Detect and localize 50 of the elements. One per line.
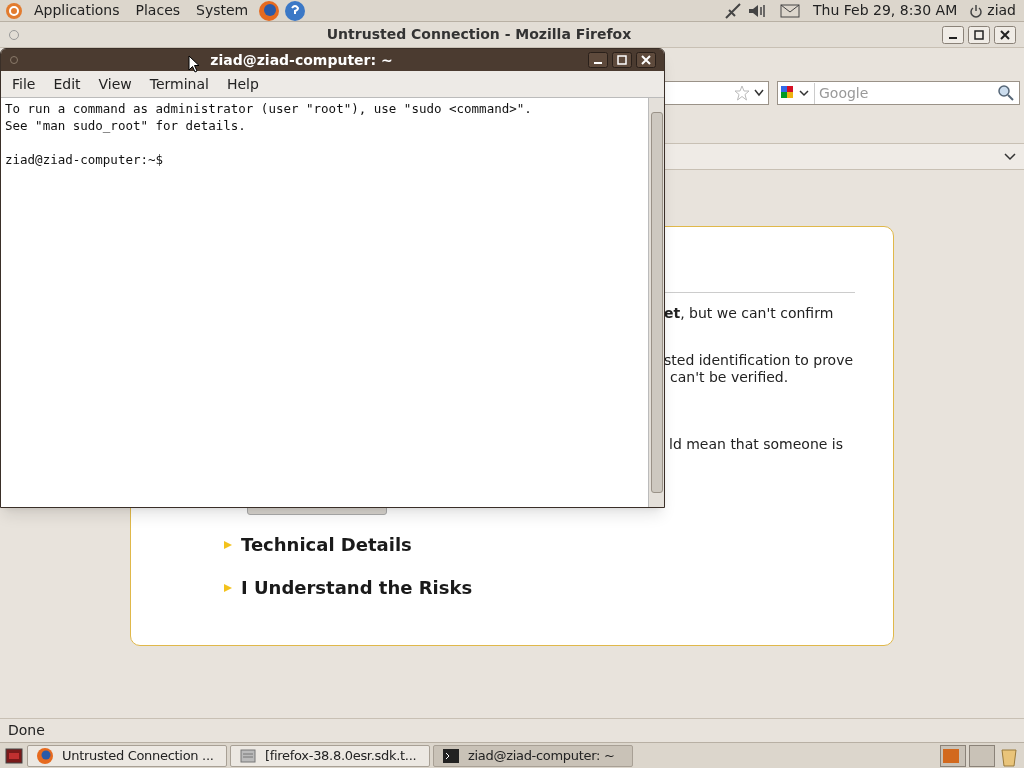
mouse-pointer-icon	[188, 55, 200, 73]
paragraph-text: et, but we can't confirm	[664, 305, 835, 322]
menu-item[interactable]: System	[190, 0, 255, 21]
maximize-button[interactable]	[968, 25, 990, 44]
maximize-button[interactable]	[612, 52, 632, 68]
taskbar-button[interactable]: ziad@ziad-computer: ~	[433, 744, 633, 767]
taskbar-button[interactable]: Untrusted Connection ...	[27, 744, 227, 767]
search-input[interactable]: Google	[814, 82, 997, 104]
star-icon[interactable]	[734, 85, 750, 101]
paragraph-text: ld mean that someone is	[668, 436, 845, 453]
menu-item[interactable]: View	[91, 73, 139, 95]
window-title: ziad@ziad-computer: ~	[210, 50, 393, 70]
ubuntu-logo-icon[interactable]	[4, 0, 24, 21]
power-icon[interactable]	[969, 3, 984, 18]
search-field[interactable]: Google	[777, 81, 1020, 105]
url-field[interactable]	[664, 81, 769, 105]
help-icon[interactable]	[284, 0, 307, 22]
menu-item[interactable]: Edit	[46, 73, 88, 95]
show-desktop-icon[interactable]	[4, 746, 24, 765]
status-text: Done	[8, 721, 45, 740]
menu-item[interactable]: File	[5, 73, 43, 95]
menu-item[interactable]: Applications	[28, 0, 126, 21]
tab-list-icon[interactable]	[1004, 152, 1016, 161]
user-name[interactable]: ziad	[987, 0, 1020, 21]
menu-item[interactable]: Places	[129, 0, 187, 21]
section-heading[interactable]: Technical Details	[241, 531, 412, 558]
firefox-icon[interactable]	[258, 0, 281, 22]
menu-item[interactable]: Help	[219, 73, 266, 95]
scrollbar[interactable]	[648, 98, 664, 507]
terminal-icon	[442, 746, 460, 765]
workspace-icon[interactable]	[940, 744, 966, 767]
paragraph-text: sted identification to prove	[664, 352, 855, 369]
terminal-output: To run a command as administrator (user "root"), use "sudo <command>". See "man sudo_root" for details. ziad@ziad-computer:~$	[4, 100, 533, 169]
search-icon[interactable]	[997, 84, 1015, 102]
archive-icon	[239, 746, 257, 765]
clock[interactable]: Thu Feb 29, 8:30 AM	[805, 0, 966, 21]
window-title: Untrusted Connection - Mozilla Firefox	[325, 25, 633, 44]
workspace-icon[interactable]	[969, 744, 995, 767]
dropdown-icon[interactable]	[754, 89, 764, 97]
network-icon[interactable]	[723, 1, 744, 20]
close-button[interactable]	[994, 25, 1016, 44]
mail-icon[interactable]	[779, 1, 802, 20]
paragraph-text: can't be verified.	[669, 369, 790, 386]
section-heading[interactable]: I Understand the Risks	[241, 574, 473, 601]
minimize-button[interactable]	[942, 25, 964, 44]
minimize-button[interactable]	[588, 52, 608, 68]
close-button[interactable]	[636, 52, 656, 68]
browser-icon	[36, 746, 54, 765]
menu-item[interactable]: Terminal	[142, 73, 216, 95]
taskbar-button[interactable]: [firefox-38.8.0esr.sdk.t...	[230, 744, 430, 767]
